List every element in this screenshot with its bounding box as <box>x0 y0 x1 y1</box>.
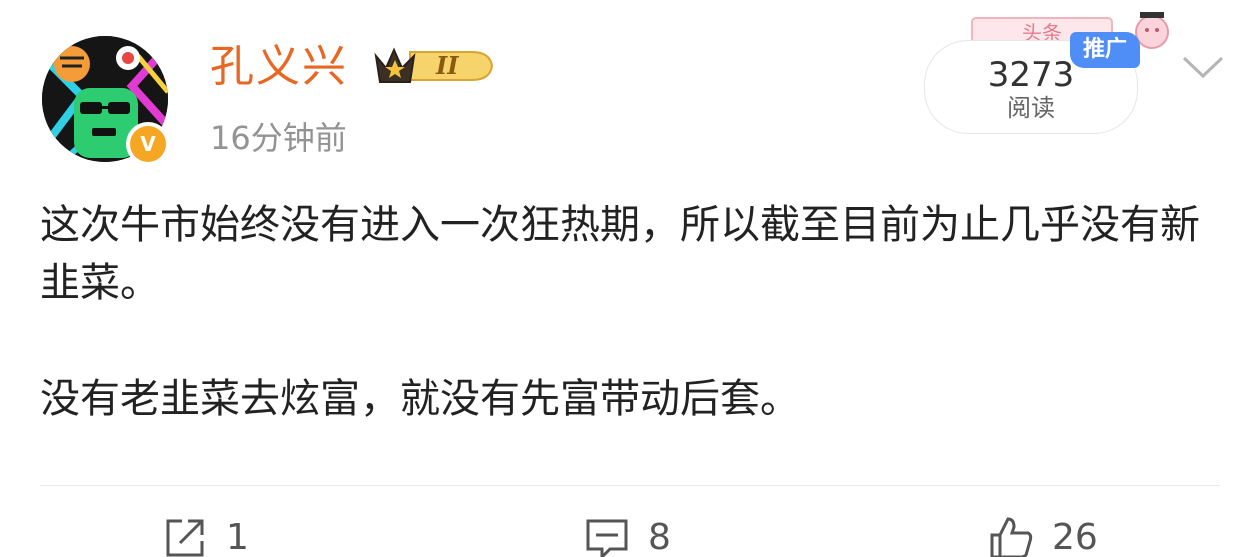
repost-count: 1 <box>226 517 249 557</box>
verified-icon: V <box>130 126 166 162</box>
vip-level-badge[interactable]: II <box>372 42 496 90</box>
like-count: 26 <box>1052 517 1098 557</box>
comment-icon <box>586 519 628 557</box>
repost-icon <box>166 519 204 557</box>
post-time: 16分钟前 <box>210 119 347 157</box>
promo-badge[interactable]: 推广 <box>1070 32 1140 68</box>
comment-button[interactable]: 8 <box>584 516 671 557</box>
repost-button[interactable]: 1 <box>162 516 249 557</box>
vip-level-text: II <box>435 51 459 80</box>
verified-badge: V <box>126 122 170 166</box>
like-icon <box>990 517 1033 557</box>
post-paragraph: 这次牛市始终没有进入一次狂热期，所以截至目前为止几乎没有新韭菜。 <box>40 202 1200 306</box>
like-button[interactable]: 26 <box>988 516 1098 557</box>
post-paragraph: 没有老韭菜去炫富，就没有先富带动后套。 <box>40 376 800 422</box>
divider <box>40 485 1220 486</box>
chevron-down-icon[interactable] <box>1180 52 1226 82</box>
weibo-post: V 孔义兴 II 16分钟前 头条 3273 阅读 推广 这次牛市始终没有进入一… <box>0 0 1260 557</box>
post-content: 这次牛市始终没有进入一次狂热期，所以截至目前为止几乎没有新韭菜。 没有老韭菜去炫… <box>40 196 1230 428</box>
comment-count: 8 <box>648 517 671 557</box>
username[interactable]: 孔义兴 <box>210 38 348 96</box>
read-label: 阅读 <box>1007 94 1055 122</box>
crown-icon <box>374 47 416 83</box>
